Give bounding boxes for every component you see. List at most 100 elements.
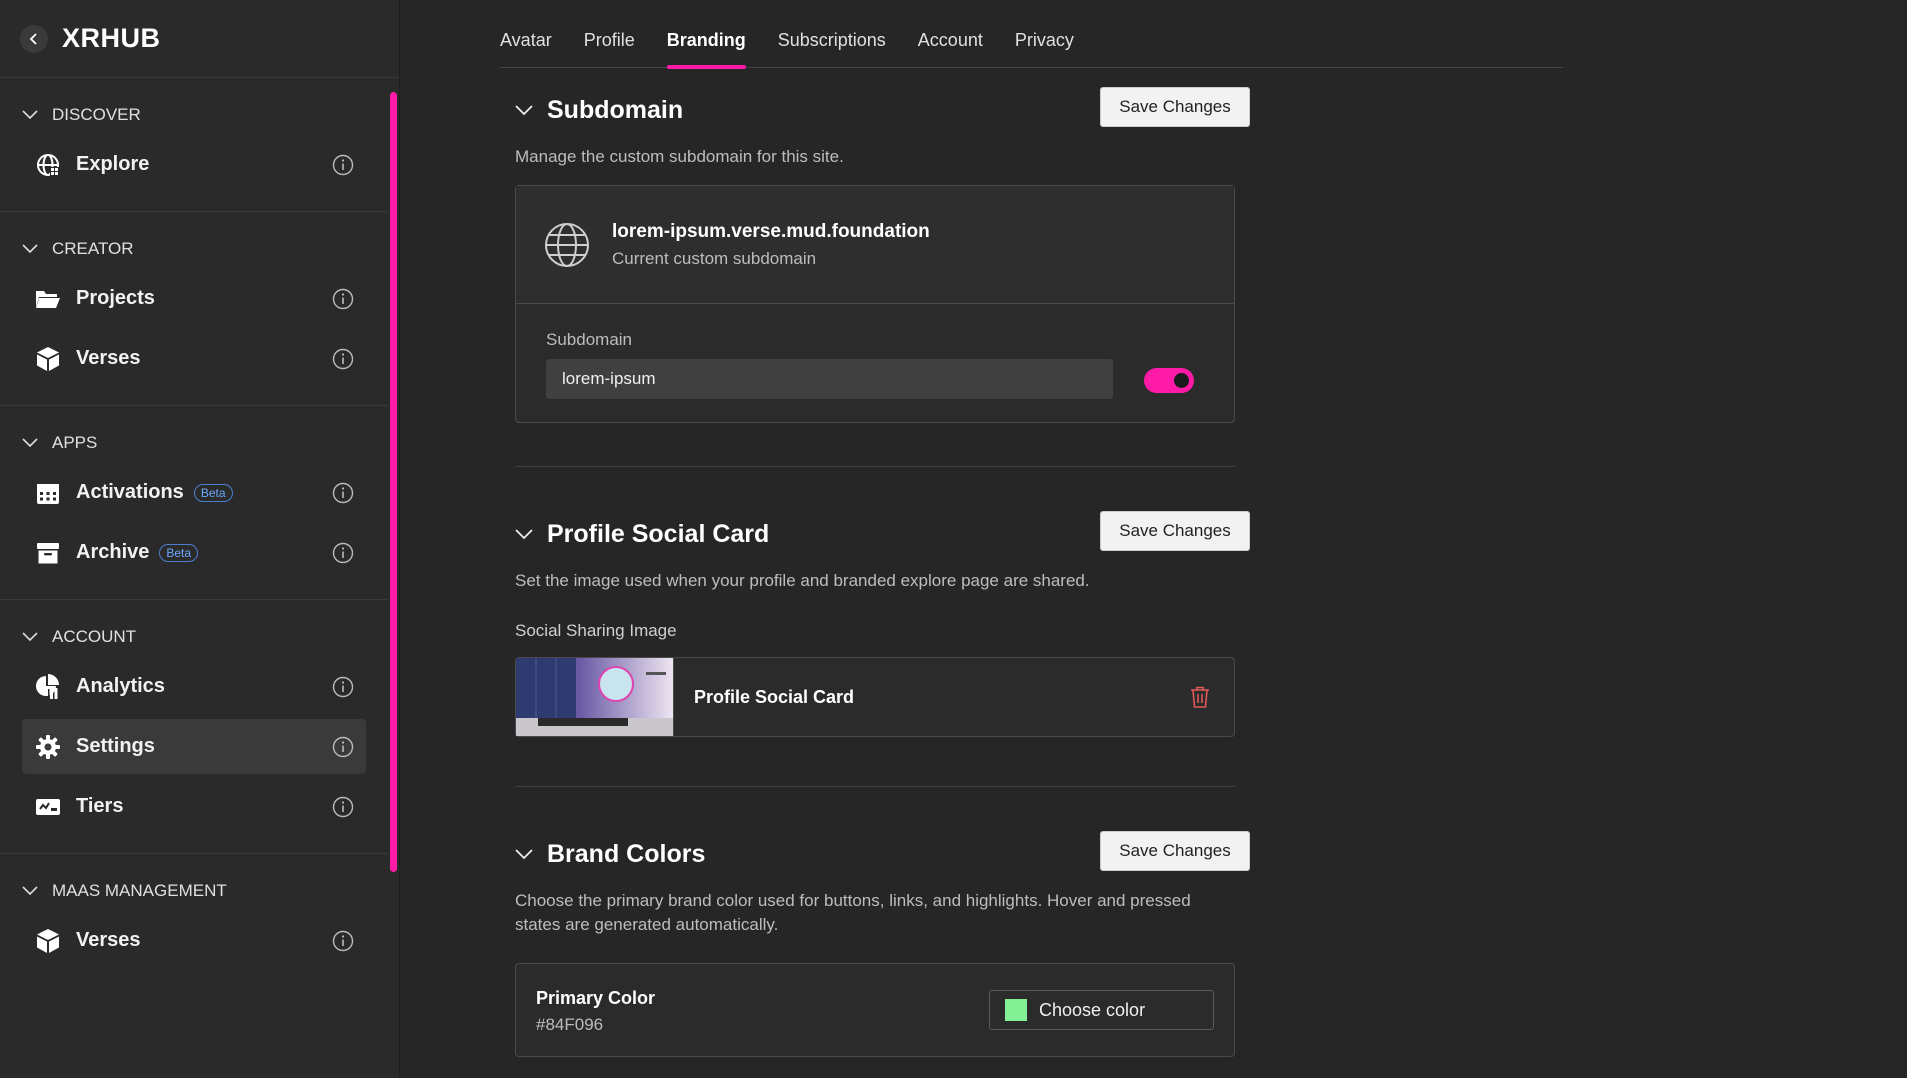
sidebar-item-tiers[interactable]: Tiers [22, 779, 366, 834]
section-title: ACCOUNT [52, 627, 137, 646]
section-title: Subdomain [547, 96, 684, 124]
social-card-section: Profile Social Card Save Changes Set the… [515, 511, 1250, 737]
sidebar-item-verses[interactable]: Verses [22, 331, 366, 386]
sidebar-item-projects[interactable]: Projects [22, 271, 366, 326]
save-brand-colors-button[interactable]: Save Changes [1100, 831, 1250, 871]
brand-colors-section: Brand Colors Save Changes Choose the pri… [515, 831, 1250, 1057]
sidebar-item-label: Projects [76, 287, 155, 309]
back-button[interactable] [20, 24, 48, 53]
social-image-thumbnail[interactable] [516, 658, 674, 736]
sidebar-item-archive[interactable]: Archive Beta [22, 525, 366, 580]
chevron-down-icon [22, 886, 38, 896]
info-icon[interactable] [332, 482, 354, 504]
current-subdomain: lorem-ipsum.verse.mud.foundation Current… [516, 186, 1234, 304]
save-social-card-button[interactable]: Save Changes [1100, 511, 1250, 551]
archive-box-icon [34, 539, 62, 567]
calendar-icon [34, 479, 62, 507]
section-toggle-creator[interactable]: CREATOR [0, 232, 388, 266]
info-icon[interactable] [332, 288, 354, 310]
sidebar-item-label: Archive [76, 541, 150, 563]
chevron-down-icon [515, 105, 533, 116]
sidebar-item-label: Activations [76, 481, 184, 503]
tab-profile[interactable]: Profile [584, 28, 635, 68]
current-subdomain-caption: Current custom subdomain [612, 248, 817, 268]
sidebar: XRHUB DISCOVER Explore CREATOR Projects … [0, 0, 400, 1078]
section-toggle-discover[interactable]: DISCOVER [0, 98, 388, 132]
section-title: MAAS MANAGEMENT [52, 881, 227, 900]
section-toggle-account[interactable]: ACCOUNT [0, 620, 388, 654]
chevron-down-icon [515, 849, 533, 860]
sidebar-item-label: Tiers [76, 795, 124, 817]
info-icon[interactable] [332, 676, 354, 698]
info-icon[interactable] [332, 542, 354, 564]
info-icon[interactable] [332, 796, 354, 818]
tab-branding[interactable]: Branding [666, 28, 746, 69]
chevron-down-icon [22, 244, 38, 254]
section-title: Profile Social Card [547, 520, 770, 548]
image-label: Social Sharing Image [515, 621, 677, 640]
chevron-down-icon [22, 632, 38, 642]
color-swatch [1005, 999, 1027, 1021]
cube-icon [34, 927, 62, 955]
trash-icon[interactable] [1190, 686, 1210, 708]
section-title: CREATOR [52, 239, 134, 258]
tab-avatar[interactable]: Avatar [500, 28, 552, 68]
current-subdomain-value: lorem-ipsum.verse.mud.foundation [612, 220, 930, 242]
tab-privacy[interactable]: Privacy [1015, 28, 1074, 68]
brand-header: XRHUB [0, 0, 399, 78]
social-image-name: Profile Social Card [694, 686, 855, 707]
choose-color-button[interactable]: Choose color [989, 990, 1214, 1030]
section-divider [515, 466, 1235, 467]
section-divider [515, 786, 1235, 787]
choose-color-label: Choose color [1039, 999, 1146, 1020]
sidebar-item-activations[interactable]: Activations Beta [22, 465, 366, 520]
ticket-icon [34, 793, 62, 821]
chevron-down-icon [22, 438, 38, 448]
sidebar-item-settings[interactable]: Settings [22, 719, 366, 774]
chevron-down-icon [22, 110, 38, 120]
sidebar-nav: DISCOVER Explore CREATOR Projects Verses… [0, 78, 388, 987]
sidebar-item-label: Verses [76, 347, 141, 369]
gear-icon [34, 733, 62, 761]
subdomain-input[interactable] [546, 359, 1113, 399]
sidebar-item-analytics[interactable]: Analytics [22, 659, 366, 714]
section-toggle-apps[interactable]: APPS [0, 426, 388, 460]
social-image-card: Profile Social Card [515, 657, 1235, 737]
subdomain-form: Subdomain [516, 304, 1234, 422]
sidebar-item-explore[interactable]: Explore [22, 137, 366, 192]
section-toggle-maas-management[interactable]: MAAS MANAGEMENT [0, 874, 388, 908]
cube-icon [34, 345, 62, 373]
info-icon[interactable] [332, 736, 354, 758]
primary-color-card: Primary Color #84F096 Choose color [515, 963, 1235, 1057]
info-icon[interactable] [332, 154, 354, 176]
section-description: Set the image used when your profile and… [515, 571, 1090, 590]
tab-subscriptions[interactable]: Subscriptions [778, 28, 886, 68]
folder-icon [34, 285, 62, 313]
nav-section-apps: APPS Activations Beta Archive Beta [0, 406, 388, 600]
sidebar-item-label: Settings [76, 735, 155, 757]
save-subdomain-button[interactable]: Save Changes [1100, 87, 1250, 127]
globe-icon [545, 222, 589, 267]
subdomain-enabled-toggle[interactable] [1144, 368, 1194, 393]
tab-account[interactable]: Account [918, 28, 983, 68]
beta-badge: Beta [159, 543, 199, 562]
section-title: DISCOVER [52, 105, 141, 124]
nav-section-creator: CREATOR Projects Verses [0, 212, 388, 406]
subdomain-section: Subdomain Save Changes Manage the custom… [515, 87, 1250, 423]
section-title: APPS [52, 433, 98, 452]
info-icon[interactable] [332, 930, 354, 952]
nav-section-discover: DISCOVER Explore [0, 78, 388, 212]
info-icon[interactable] [332, 348, 354, 370]
app-name: XRHUB [62, 23, 161, 53]
sidebar-scrollbar[interactable] [390, 80, 397, 1078]
sidebar-item-label: Analytics [76, 675, 165, 697]
section-description: Choose the primary brand color used for … [515, 891, 1191, 934]
beta-badge: Beta [193, 483, 233, 502]
nav-section-maas-management: MAAS MANAGEMENT Verses [0, 854, 388, 987]
scrollbar-thumb[interactable] [390, 92, 397, 872]
section-title: Brand Colors [547, 840, 706, 868]
subdomain-card: lorem-ipsum.verse.mud.foundation Current… [515, 185, 1235, 423]
sidebar-item-label: Verses [76, 929, 141, 951]
sidebar-item-label: Explore [76, 153, 150, 175]
sidebar-item-maas-verses[interactable]: Verses [22, 913, 366, 968]
